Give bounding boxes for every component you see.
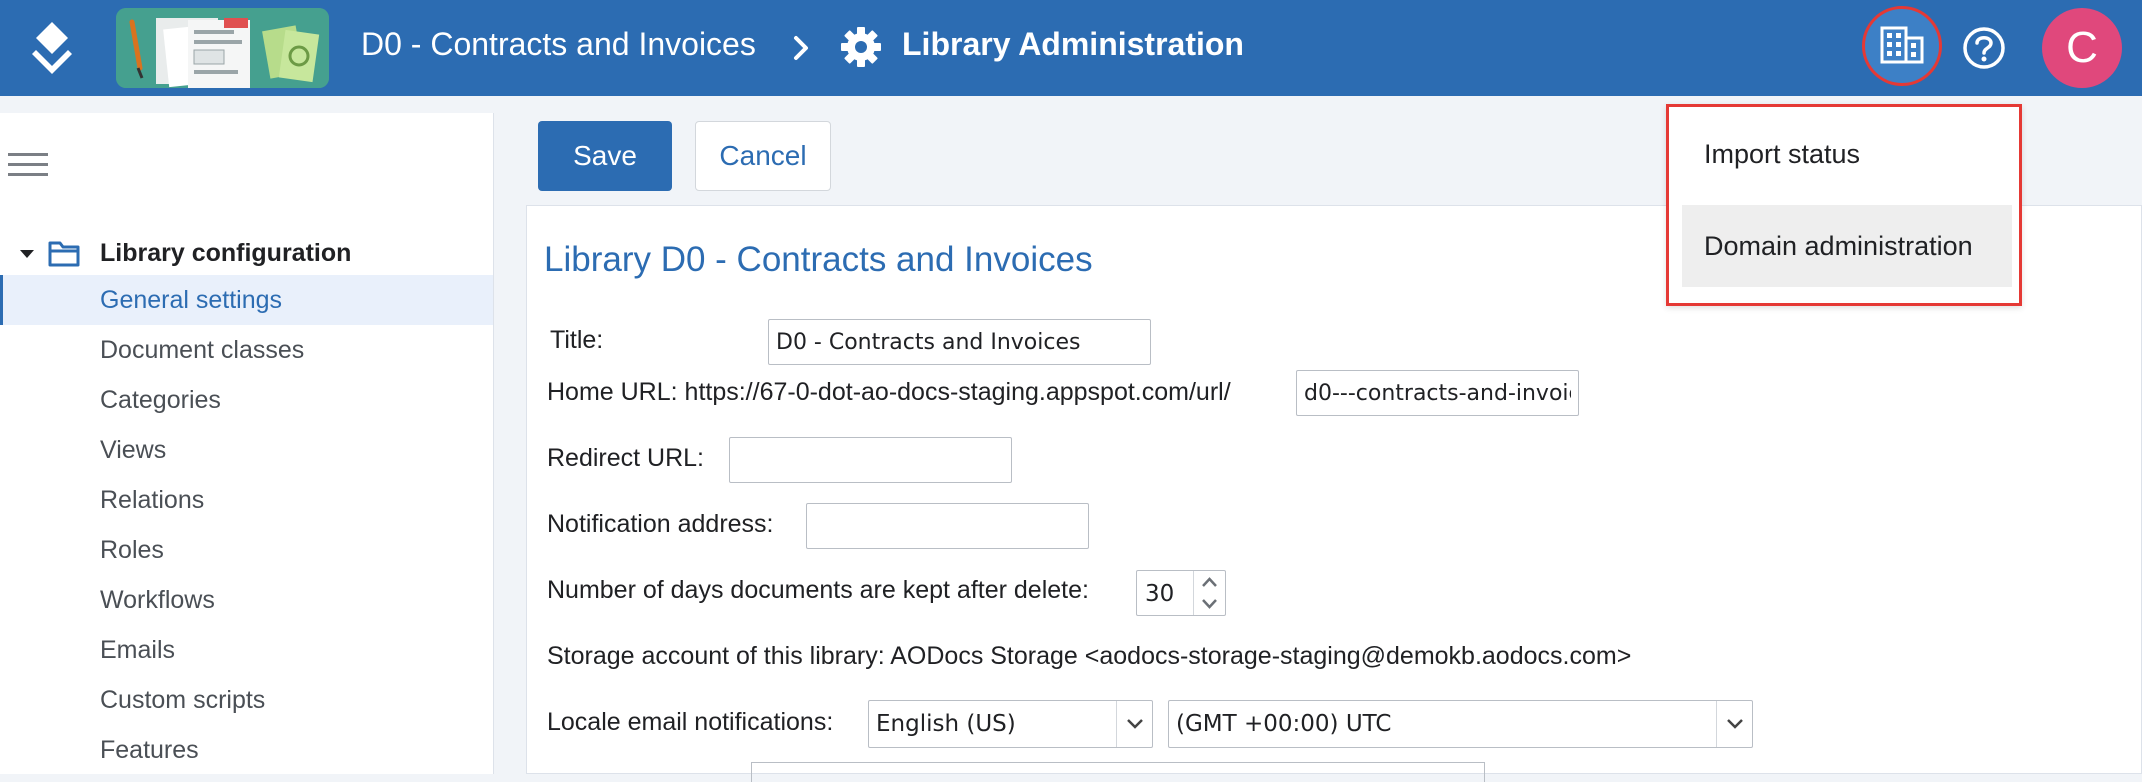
sidebar-item-categories[interactable]: Categories (0, 375, 493, 425)
locale-value: English (US) (876, 711, 1016, 737)
app-logo-icon[interactable] (28, 20, 76, 76)
chevron-right-icon (788, 30, 816, 66)
home-url-field[interactable] (1296, 370, 1579, 416)
partial-select-field[interactable] (751, 762, 1485, 782)
storage-account-text: Storage account of this library: AODocs … (547, 642, 1632, 670)
page-title: Library Administration (902, 26, 1244, 62)
domain-dropdown-menu: Import status Domain administration (1666, 104, 2022, 306)
avatar[interactable]: C (2042, 8, 2122, 88)
sidebar-item-document-classes[interactable]: Document classes (0, 325, 493, 375)
sidebar-item-roles[interactable]: Roles (0, 525, 493, 575)
title-label: Title: (550, 326, 604, 354)
timezone-select[interactable]: (GMT +00:00) UTC (1168, 700, 1753, 748)
sidebar-item-general-settings[interactable]: General settings (0, 275, 493, 325)
sidebar-item-workflows[interactable]: Workflows (0, 575, 493, 625)
sidebar-nav: General settings Document classes Catego… (0, 275, 493, 775)
locale-select[interactable]: English (US) (868, 700, 1153, 748)
menu-item-import-status[interactable]: Import status (1682, 113, 2012, 195)
redirect-url-field[interactable] (729, 437, 1012, 483)
panel-heading: Library D0 - Contracts and Invoices (544, 240, 1093, 279)
library-banner-image (116, 8, 329, 88)
sidebar-item-features[interactable]: Features (0, 725, 493, 775)
timezone-value: (GMT +00:00) UTC (1176, 711, 1392, 737)
top-bar: D0 - Contracts and Invoices Library Admi… (0, 0, 2142, 96)
sidebar-item-views[interactable]: Views (0, 425, 493, 475)
caret-down-icon[interactable] (18, 247, 36, 259)
help-circle-icon[interactable] (1962, 26, 2006, 70)
sidebar-item-emails[interactable]: Emails (0, 625, 493, 675)
sidebar-item-relations[interactable]: Relations (0, 475, 493, 525)
hamburger-icon[interactable] (8, 153, 48, 181)
tree-root-library-configuration[interactable]: Library configuration (18, 233, 351, 273)
chevron-down-icon[interactable] (1194, 593, 1225, 615)
locale-label: Locale email notifications: (547, 708, 834, 736)
days-kept-label: Number of days documents are kept after … (547, 576, 1089, 604)
chevron-down-icon (1116, 701, 1152, 747)
days-kept-stepper[interactable]: 30 (1136, 570, 1226, 616)
breadcrumb-library[interactable]: D0 - Contracts and Invoices (361, 26, 756, 63)
chevron-down-icon (1716, 701, 1752, 747)
cancel-button[interactable]: Cancel (695, 121, 831, 191)
tree-root-label: Library configuration (100, 238, 352, 267)
notification-address-label: Notification address: (547, 510, 774, 538)
notification-address-field[interactable] (806, 503, 1089, 549)
title-field[interactable] (768, 319, 1151, 365)
stepper-arrows (1193, 571, 1225, 615)
home-url-label: Home URL: https://67-0-dot-ao-docs-stagi… (547, 378, 1231, 406)
sidebar-item-custom-scripts[interactable]: Custom scripts (0, 675, 493, 725)
chevron-up-icon[interactable] (1194, 571, 1225, 593)
days-kept-value: 30 (1145, 581, 1175, 607)
building-icon (1880, 24, 1924, 69)
folder-icon (48, 239, 80, 267)
gear-icon (840, 26, 882, 68)
sidebar: Library configuration General settings D… (0, 113, 494, 774)
save-button[interactable]: Save (538, 121, 672, 191)
domain-menu-button[interactable] (1862, 6, 1942, 86)
menu-item-domain-administration[interactable]: Domain administration (1682, 205, 2012, 287)
redirect-url-label: Redirect URL: (547, 444, 704, 472)
